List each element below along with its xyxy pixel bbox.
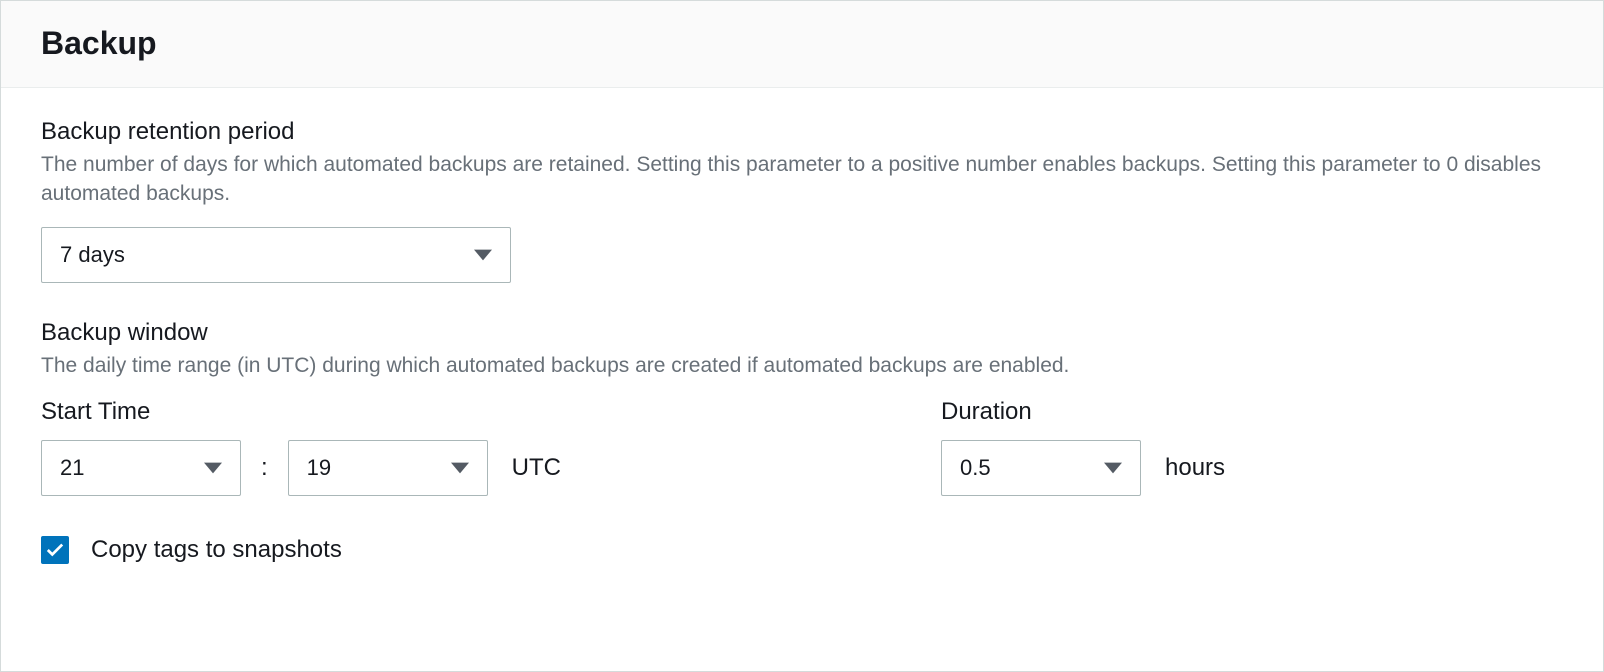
panel-body: Backup retention period The number of da…	[1, 88, 1603, 594]
caret-down-icon	[464, 249, 510, 261]
copy-tags-label: Copy tags to snapshots	[91, 536, 342, 564]
window-row: Start Time 21 : 19	[41, 398, 1563, 496]
retention-select-value: 7 days	[42, 242, 464, 268]
caret-down-icon	[441, 462, 487, 474]
start-hour-value: 21	[42, 455, 194, 481]
panel-title: Backup	[41, 25, 1563, 62]
time-colon: :	[261, 454, 268, 482]
retention-select[interactable]: 7 days	[41, 227, 511, 283]
start-time-col: Start Time 21 : 19	[41, 398, 561, 496]
duration-col: Duration 0.5 hours	[941, 398, 1225, 496]
start-minute-select[interactable]: 19	[288, 440, 488, 496]
backup-panel: Backup Backup retention period The numbe…	[0, 0, 1604, 672]
caret-down-icon	[194, 462, 240, 474]
panel-header: Backup	[1, 1, 1603, 88]
window-description: The daily time range (in UTC) during whi…	[41, 351, 1561, 380]
duration-select[interactable]: 0.5	[941, 440, 1141, 496]
start-time-row: 21 : 19 UTC	[41, 440, 561, 496]
start-minute-value: 19	[289, 455, 441, 481]
retention-label: Backup retention period	[41, 118, 1563, 146]
retention-section: Backup retention period The number of da…	[41, 118, 1563, 283]
caret-down-icon	[1094, 462, 1140, 474]
start-time-label: Start Time	[41, 398, 561, 426]
check-icon	[46, 543, 64, 557]
copy-tags-row: Copy tags to snapshots	[41, 536, 1563, 564]
duration-row: 0.5 hours	[941, 440, 1225, 496]
duration-value: 0.5	[942, 455, 1094, 481]
window-section: Backup window The daily time range (in U…	[41, 319, 1563, 496]
duration-unit: hours	[1165, 454, 1225, 482]
timezone-label: UTC	[512, 454, 561, 482]
window-label: Backup window	[41, 319, 1563, 347]
start-hour-select[interactable]: 21	[41, 440, 241, 496]
duration-label: Duration	[941, 398, 1225, 426]
copy-tags-checkbox[interactable]	[41, 536, 69, 564]
retention-description: The number of days for which automated b…	[41, 150, 1561, 209]
